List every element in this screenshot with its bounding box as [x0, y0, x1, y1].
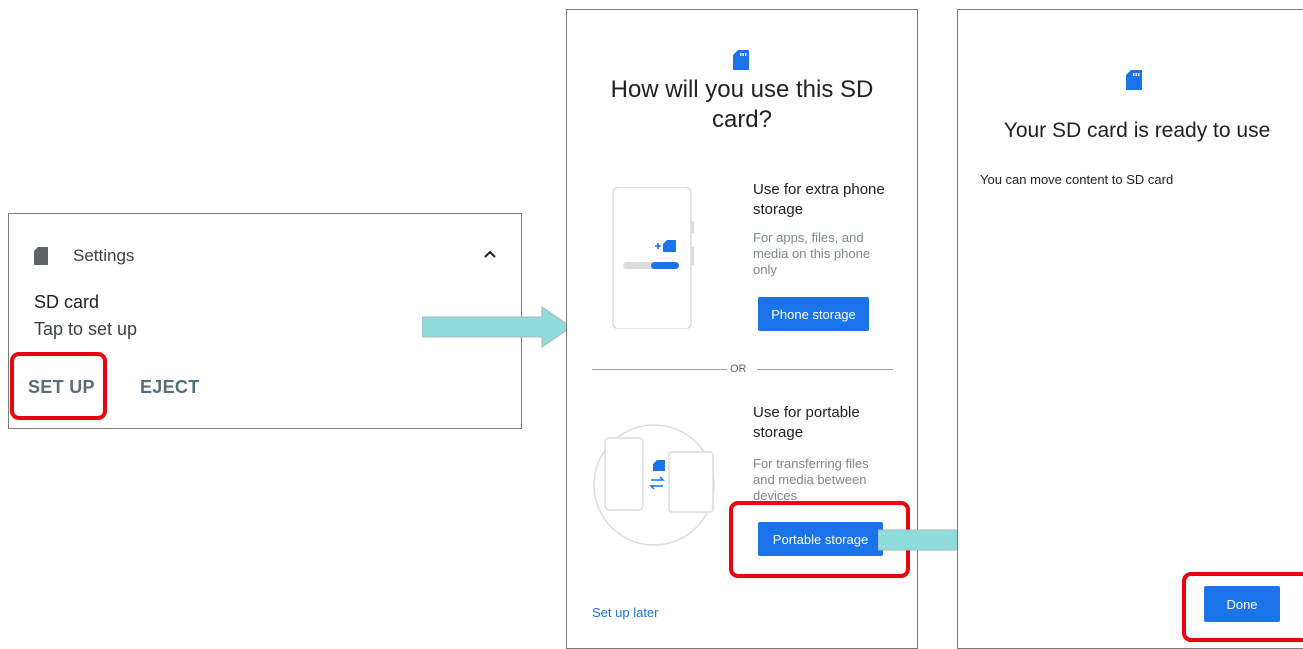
set-up-highlight [10, 352, 107, 420]
notification-text: Tap to set up [34, 319, 138, 339]
setup-title: How will you use this SD card? [610, 76, 874, 133]
phone-storage-option-desc: For apps, files, and media on this phone… [753, 230, 871, 277]
portable-storage-option-desc: For transferring files and media between… [753, 456, 869, 503]
phone-storage-button[interactable]: Phone storage [758, 297, 869, 331]
divider-line-left [592, 369, 727, 370]
ready-text: You can move content to SD card [980, 172, 1174, 187]
portable-illustration [591, 422, 717, 553]
divider-line-right [757, 369, 893, 370]
sd-card-icon [1126, 70, 1142, 95]
notification-app-name: Settings [73, 246, 135, 265]
portable-storage-option-title: Use for portable storage [753, 404, 860, 441]
notification-title: SD card [34, 292, 100, 312]
or-divider: OR [730, 363, 747, 375]
sd-card-ready-screen: Your SD card is ready to use You can mov… [957, 9, 1303, 649]
ready-title: Your SD card is ready to use [1003, 119, 1271, 142]
sd-card-icon [34, 247, 48, 270]
phone-illustration [611, 186, 701, 334]
phone-storage-option-title: Use for extra phone storage [753, 181, 885, 218]
sd-card-icon [733, 50, 749, 75]
eject-button[interactable]: EJECT [140, 377, 200, 398]
chevron-up-icon[interactable] [483, 246, 497, 264]
arrow-right-icon [421, 306, 572, 353]
set-up-later-link[interactable]: Set up later [592, 605, 659, 620]
